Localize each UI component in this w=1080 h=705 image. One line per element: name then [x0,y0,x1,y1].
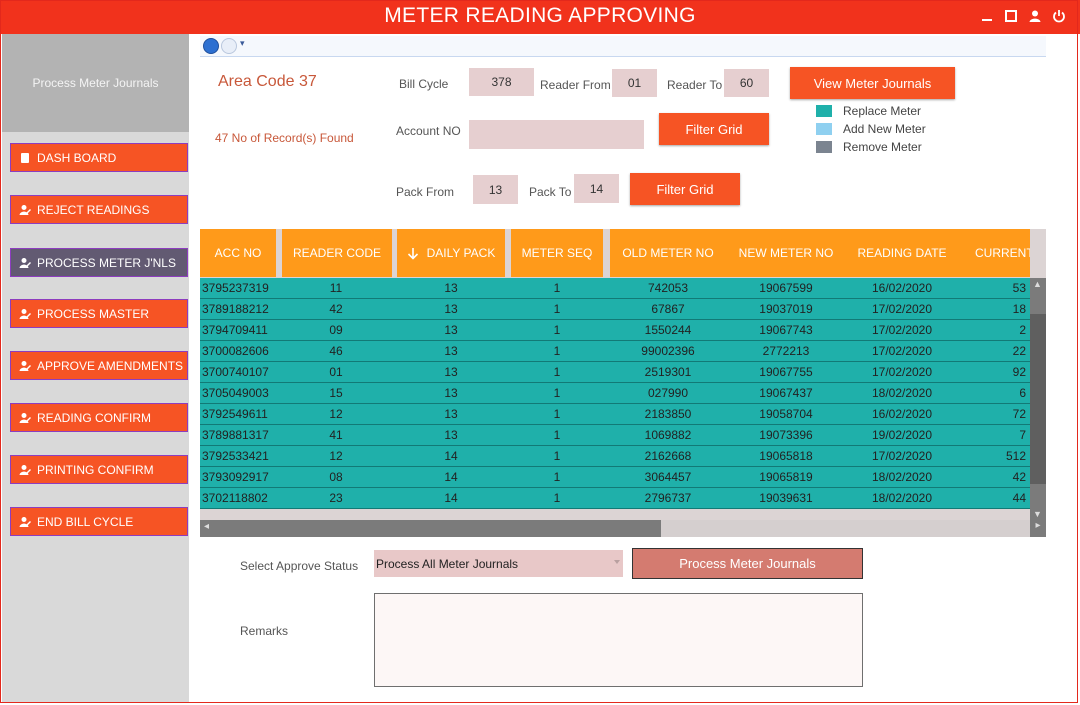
window-frame [0,0,1078,703]
